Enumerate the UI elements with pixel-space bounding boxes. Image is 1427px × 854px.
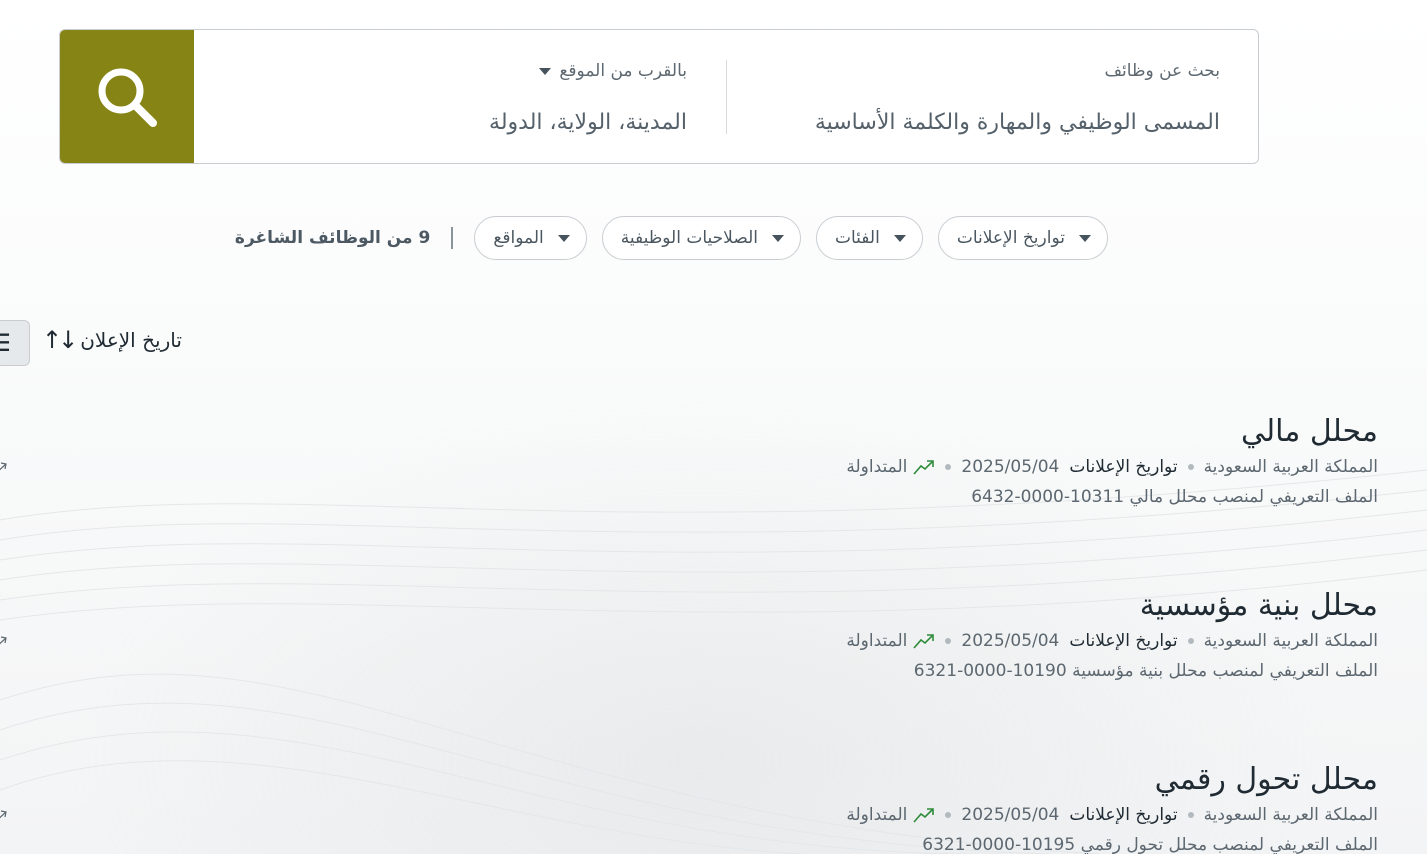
filter-label: الفئات [834,228,880,248]
chevron-down-icon [893,234,906,242]
trending-badge: المتداولة [846,631,935,651]
trending-label: المتداولة [846,457,908,477]
meta-separator-dot [945,812,952,818]
filter-bar: 9 من الوظائف الشاغرة المواقع الصلاحيات ا… [229,216,1108,260]
meta-separator-dot [1187,812,1194,818]
trending-up-icon [913,634,935,649]
share-icon[interactable] [0,462,8,474]
location-field[interactable]: بالقرب من الموقع المدينة، الولاية، الدول… [247,30,687,163]
list-view-toggle[interactable]: ☰ [0,320,30,366]
sort-by-date-button[interactable]: ↑↓ تاريخ الإعلان [42,326,182,354]
job-card: محلل بنية مؤسسية المملكة العربية السعودي… [678,588,1378,681]
job-description: الملف التعريفي لمنصب محلل بنية مؤسسية 10… [913,661,1378,681]
list-icon: ☰ [0,329,11,357]
filter-locations[interactable]: المواقع [474,216,587,260]
job-date: 2025/05/04 [961,631,1060,651]
keyword-input[interactable]: المسمى الوظيفي والمهارة والكلمة الأساسية [815,110,1220,135]
filter-label: تواريخ الإعلانات [956,228,1065,248]
job-description: الملف التعريفي لمنصب محلل تحول رقمي 1019… [922,835,1378,854]
trending-up-icon [913,460,935,475]
trending-label: المتداولة [846,631,908,651]
date-label: تواريخ الإعلانات [1069,805,1178,825]
job-meta: المملكة العربية السعودية تواريخ الإعلانا… [678,631,1378,651]
job-title-link[interactable]: محلل مالي [678,414,1378,449]
job-description: الملف التعريفي لمنصب محلل مالي 10311-000… [971,487,1378,507]
job-location: المملكة العربية السعودية [1203,631,1378,651]
search-button[interactable] [60,30,194,163]
search-icon [98,68,157,127]
meta-separator-dot [1187,638,1194,644]
share-icon[interactable] [0,810,8,822]
share-icon[interactable] [0,636,8,648]
filter-separator [451,227,454,249]
chevron-down-icon [557,234,570,242]
meta-separator-dot [945,638,952,644]
filter-label: المواقع [493,228,544,248]
trending-label: المتداولة [846,805,908,825]
filter-categories[interactable]: الفئات [815,216,923,260]
keyword-field[interactable]: بحث عن وظائف المسمى الوظيفي والمهارة وال… [750,30,1220,163]
date-label: تواريخ الإعلانات [1069,631,1178,651]
job-meta: المملكة العربية السعودية تواريخ الإعلانا… [678,457,1378,477]
meta-separator-dot [1187,464,1194,470]
job-title-link[interactable]: محلل تحول رقمي [678,762,1378,797]
job-title-link[interactable]: محلل بنية مؤسسية [678,588,1378,623]
job-card: محلل مالي المملكة العربية السعودية تواري… [678,414,1378,507]
chevron-down-icon [1079,234,1091,242]
job-location: المملكة العربية السعودية [1203,457,1378,477]
result-count: 9 من الوظائف الشاغرة [234,228,431,248]
filter-job-functions[interactable]: الصلاحيات الوظيفية [601,216,801,260]
filter-posting-dates[interactable]: تواريخ الإعلانات [937,216,1108,260]
job-search-bar: بحث عن وظائف المسمى الوظيفي والمهارة وال… [59,29,1259,164]
sort-arrows-icon: ↑↓ [42,326,78,354]
chevron-down-icon [539,67,552,75]
date-label: تواريخ الإعلانات [1069,457,1178,477]
location-dropdown[interactable]: بالقرب من الموقع [539,61,687,81]
location-input[interactable]: المدينة، الولاية، الدولة [489,110,687,135]
location-field-label: بالقرب من الموقع [559,61,687,81]
trending-badge: المتداولة [846,805,935,825]
job-meta: المملكة العربية السعودية تواريخ الإعلانا… [678,805,1378,825]
sort-label: تاريخ الإعلان [80,328,182,352]
job-card: محلل تحول رقمي المملكة العربية السعودية … [678,762,1378,854]
chevron-down-icon [771,234,784,242]
trending-badge: المتداولة [846,457,935,477]
job-date: 2025/05/04 [961,457,1060,477]
trending-up-icon [913,808,935,823]
keyword-field-label: بحث عن وظائف [1104,61,1220,81]
job-date: 2025/05/04 [961,805,1060,825]
job-location: المملكة العربية السعودية [1203,805,1378,825]
filter-label: الصلاحيات الوظيفية [620,228,758,248]
meta-separator-dot [945,464,952,470]
search-field-divider [726,60,727,134]
